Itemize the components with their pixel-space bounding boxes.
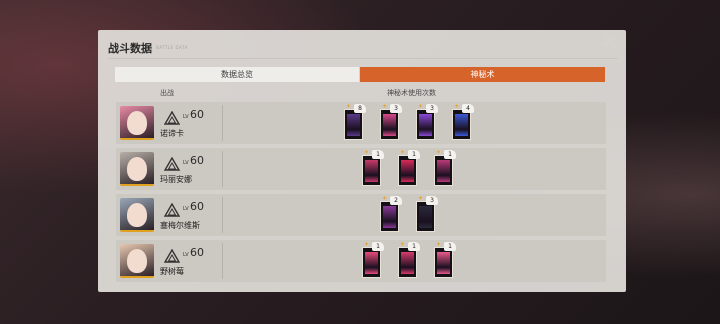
level-value: 60 (190, 246, 204, 259)
rank-insight-icon (163, 110, 181, 125)
arcana-card-art (383, 114, 396, 136)
level-label: LV (183, 252, 189, 258)
card-usage-count: 1 (444, 242, 456, 251)
arcana-card-art (437, 252, 450, 274)
card-rarity-star-icon: ✦ (454, 103, 460, 110)
column-header-usage: 神秘术使用次数 (387, 89, 436, 97)
card-rarity-star-icon: ✦ (400, 149, 406, 156)
panel-subtitle: BATTLE DATA (156, 45, 188, 50)
rank-insight-icon (163, 248, 181, 263)
arcana-card-art (401, 160, 414, 182)
character-avatar[interactable] (120, 106, 154, 140)
arcana-card[interactable] (362, 155, 381, 186)
character-row: LV 60 塞梅尔维斯 ✦ 2 ✦ 3 (116, 194, 606, 236)
arcana-card[interactable] (398, 155, 417, 186)
row-divider (222, 243, 223, 279)
level-value: 60 (190, 108, 204, 121)
row-divider (222, 197, 223, 233)
arcana-card-art (365, 160, 378, 182)
character-name: 玛丽安娜 (160, 175, 192, 184)
rank-insight-icon (163, 202, 181, 217)
arcana-card[interactable] (344, 109, 363, 140)
level-label: LV (183, 114, 189, 120)
arcana-card[interactable] (362, 247, 381, 278)
avatar-portrait (127, 157, 147, 181)
card-usage-count: 4 (462, 104, 474, 113)
card-rarity-star-icon: ✦ (364, 149, 370, 156)
tab-arcana[interactable]: 神秘术 (360, 67, 605, 82)
level-label: LV (183, 206, 189, 212)
card-usage-count: 1 (408, 242, 420, 251)
arcana-card-art (419, 114, 432, 136)
card-usage-count: 3 (390, 104, 402, 113)
arcana-card-art (437, 160, 450, 182)
rank-insight-icon (163, 156, 181, 171)
character-row: LV 60 诺谛卡 ✦ 8 ✦ 3 ✦ 3 ✦ 4 (116, 102, 606, 144)
arcana-card-art (419, 206, 432, 228)
card-rarity-star-icon: ✦ (382, 103, 388, 110)
arcana-card-art (365, 252, 378, 274)
character-name: 诺谛卡 (160, 129, 184, 138)
arcana-card[interactable] (434, 155, 453, 186)
character-avatar[interactable] (120, 244, 154, 278)
arcana-card[interactable] (380, 201, 399, 232)
card-rarity-star-icon: ✦ (418, 103, 424, 110)
card-rarity-star-icon: ✦ (382, 195, 388, 202)
panel-title: 战斗数据 (108, 42, 152, 55)
character-avatar[interactable] (120, 198, 154, 232)
character-row: LV 60 玛丽安娜 ✦ 1 ✦ 1 ✦ 1 (116, 148, 606, 190)
avatar-portrait (127, 249, 147, 273)
avatar-portrait (127, 203, 147, 227)
card-usage-count: 1 (408, 150, 420, 159)
tab-data-overview[interactable]: 数据总览 (115, 67, 359, 82)
arcana-card-art (455, 114, 468, 136)
card-usage-count: 1 (372, 150, 384, 159)
character-name: 野树莓 (160, 267, 184, 276)
level-label: LV (183, 160, 189, 166)
arcana-card[interactable] (416, 201, 435, 232)
character-row: LV 60 野树莓 ✦ 1 ✦ 1 ✦ 1 (116, 240, 606, 282)
card-usage-count: 3 (426, 104, 438, 113)
level-value: 60 (190, 154, 204, 167)
arcana-card[interactable] (416, 109, 435, 140)
arcana-card[interactable] (380, 109, 399, 140)
arcana-card[interactable] (434, 247, 453, 278)
column-header-out: 出战 (160, 89, 174, 97)
card-rarity-star-icon: ✦ (418, 195, 424, 202)
card-usage-count: 1 (444, 150, 456, 159)
row-divider (222, 151, 223, 187)
arcana-card-art (347, 114, 360, 136)
arcana-card-art (383, 206, 396, 228)
card-usage-count: 2 (390, 196, 402, 205)
arcana-card-art (401, 252, 414, 274)
avatar-portrait (127, 111, 147, 135)
card-usage-count: 3 (426, 196, 438, 205)
character-name: 塞梅尔维斯 (160, 221, 200, 230)
card-usage-count: 1 (372, 242, 384, 251)
card-rarity-star-icon: ✦ (436, 149, 442, 156)
row-divider (222, 105, 223, 141)
arcana-card[interactable] (398, 247, 417, 278)
card-rarity-star-icon: ✦ (346, 103, 352, 110)
card-rarity-star-icon: ✦ (364, 241, 370, 248)
character-avatar[interactable] (120, 152, 154, 186)
close-icon[interactable]: ✕ (600, 31, 618, 51)
card-rarity-star-icon: ✦ (436, 241, 442, 248)
title-divider (108, 58, 618, 59)
card-usage-count: 8 (354, 104, 366, 113)
card-rarity-star-icon: ✦ (400, 241, 406, 248)
level-value: 60 (190, 200, 204, 213)
arcana-card[interactable] (452, 109, 471, 140)
